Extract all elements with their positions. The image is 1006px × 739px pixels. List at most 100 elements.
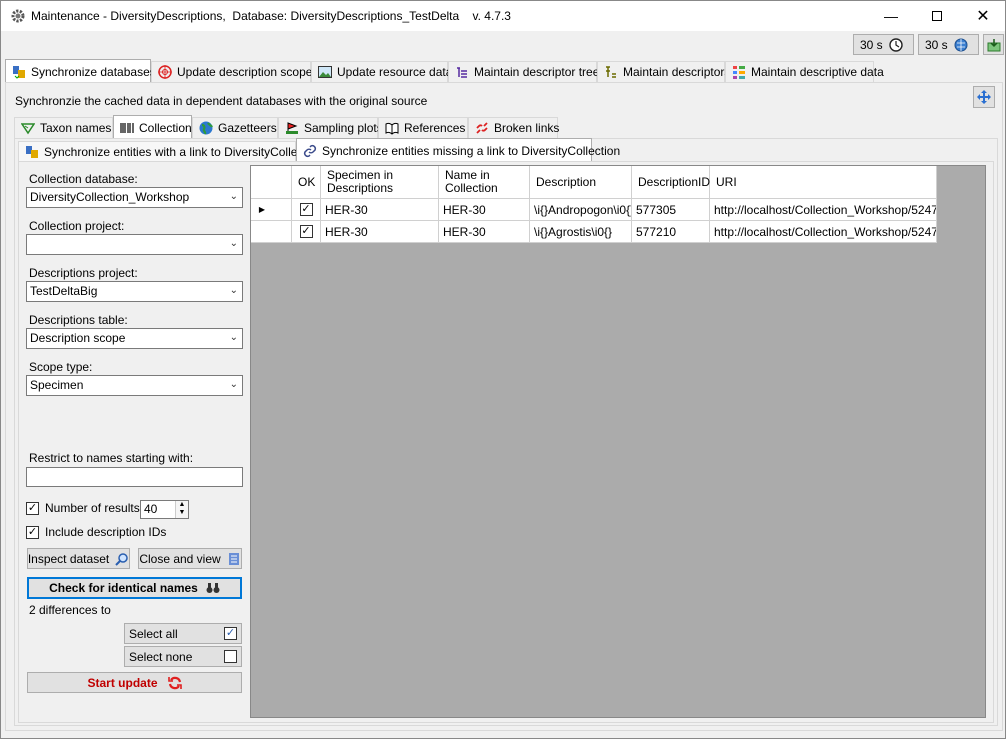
table-cell[interactable]: HER-30: [321, 199, 439, 221]
collection-project-select[interactable]: ⌄: [26, 234, 243, 255]
tab-label: Synchronize databases: [31, 64, 156, 79]
number-results-row: ✓ Number of results:: [26, 501, 143, 515]
book-icon: [385, 121, 399, 135]
table-cell[interactable]: HER-30: [439, 199, 530, 221]
spin-arrows-icon[interactable]: ▲ ▼: [175, 501, 188, 518]
select-all-button[interactable]: Select all ✓: [124, 623, 242, 644]
minimize-icon[interactable]: —: [868, 1, 914, 31]
globe-clock-icon: [954, 38, 968, 52]
tab-label: Broken links: [494, 121, 560, 135]
tab-sampling-plots[interactable]: Sampling plots: [278, 117, 383, 138]
tab-references[interactable]: References: [378, 117, 468, 138]
table-cell[interactable]: HER-30: [439, 221, 530, 243]
close-icon[interactable]: ✕: [960, 1, 1005, 31]
link-icon: [303, 144, 317, 158]
gear-icon: [10, 8, 26, 24]
target-icon: [158, 65, 172, 79]
tab-maintain-descriptors[interactable]: Maintain descriptors: [597, 61, 730, 82]
row-ok-checkbox[interactable]: ✓: [292, 221, 321, 243]
close-and-view-button[interactable]: Close and view: [138, 548, 242, 569]
tab-synchronize-databases[interactable]: Synchronize databases: [5, 59, 156, 83]
column-header-uri[interactable]: URI: [710, 166, 937, 199]
chevron-down-icon: ⌄: [229, 285, 238, 296]
tab-label: Collection: [139, 120, 192, 135]
chevron-down-icon: ⌄: [229, 191, 238, 202]
tab-collection[interactable]: Collection: [113, 115, 192, 139]
restrict-input[interactable]: [26, 467, 243, 487]
data-icon: [732, 65, 746, 79]
tab-gazetteers[interactable]: Gazetteers: [192, 117, 278, 138]
table-cell[interactable]: HER-30: [321, 221, 439, 243]
barcode-icon: [120, 121, 134, 135]
number-results-checkbox[interactable]: ✓: [26, 501, 39, 515]
button-label: Select none: [129, 649, 193, 664]
differences-text: 2 differences to: [29, 603, 111, 617]
table-cell[interactable]: http://localhost/Collection_Workshop/524…: [710, 199, 937, 221]
include-ids-checkbox[interactable]: ✓: [26, 525, 39, 539]
timer-button-2[interactable]: 30 s: [918, 34, 979, 55]
table-cell[interactable]: 577210: [632, 221, 710, 243]
column-header-description-id[interactable]: DescriptionID: [632, 166, 710, 199]
column-header-name[interactable]: Name in Collection: [439, 166, 530, 199]
row-selector[interactable]: [251, 221, 292, 243]
window-title: Maintenance - DiversityDescriptions, Dat…: [31, 9, 511, 23]
results-grid: OK Specimen in Descriptions Name in Coll…: [250, 165, 986, 718]
row-selector[interactable]: ▶: [251, 199, 292, 221]
number-results-stepper[interactable]: 40 ▲ ▼: [140, 500, 189, 519]
sampling-plot-icon: [285, 121, 299, 135]
number-results-label: Number of results:: [45, 501, 144, 515]
table-cell[interactable]: http://localhost/Collection_Workshop/524…: [710, 221, 937, 243]
checkbox-empty-icon: [224, 650, 237, 663]
tab-maintain-descriptive-data[interactable]: Maintain descriptive data: [725, 61, 884, 82]
table-cell[interactable]: \i{}Agrostis\i0{}: [530, 221, 632, 243]
tab-label: Maintain descriptive data: [751, 65, 884, 79]
select-none-button[interactable]: Select none: [124, 646, 242, 667]
tab-with-link[interactable]: Synchronize entities with a link to Dive…: [18, 141, 323, 161]
tab-missing-link[interactable]: Synchronize entities missing a link to D…: [296, 138, 620, 162]
restrict-label: Restrict to names starting with:: [29, 451, 194, 465]
tab-update-resource-data[interactable]: Update resource data: [311, 61, 452, 82]
download-icon[interactable]: [983, 34, 1004, 55]
column-header-description[interactable]: Description: [530, 166, 632, 199]
stepper-value: 40: [144, 502, 158, 516]
chevron-down-icon: ⌄: [229, 238, 238, 249]
tab-broken-links[interactable]: Broken links: [468, 117, 560, 138]
collection-db-select[interactable]: DiversityCollection_Workshop ⌄: [26, 187, 243, 208]
broken-link-icon: [475, 121, 489, 135]
timer-button-1[interactable]: 30 s: [853, 34, 914, 55]
start-update-button[interactable]: Start update: [27, 672, 242, 693]
move-icon[interactable]: [973, 86, 995, 108]
tab-label: References: [404, 121, 466, 135]
descriptor-icon: [604, 65, 618, 79]
binoculars-icon: [206, 581, 220, 595]
scope-type-label: Scope type:: [29, 360, 93, 374]
descriptions-table-select[interactable]: Description scope ⌄: [26, 328, 243, 349]
select-value: Specimen: [30, 378, 84, 392]
scope-type-select[interactable]: Specimen ⌄: [26, 375, 243, 396]
timer-label: 30 s: [925, 37, 948, 52]
image-icon: [318, 65, 332, 79]
refresh-icon: [167, 676, 182, 690]
descriptions-project-select[interactable]: TestDeltaBig ⌄: [26, 281, 243, 302]
chevron-down-icon: ⌄: [229, 332, 238, 343]
column-header-ok[interactable]: OK: [292, 166, 321, 199]
tab-taxon-names[interactable]: Taxon names: [14, 117, 113, 138]
row-ok-checkbox[interactable]: ✓: [292, 199, 321, 221]
globe-icon: [199, 121, 213, 135]
tab-maintain-descriptor-trees[interactable]: Maintain descriptor trees: [448, 61, 605, 82]
column-header-specimen[interactable]: Specimen in Descriptions: [321, 166, 439, 199]
description-text: Synchronzie the cached data in dependent…: [15, 94, 428, 108]
table-cell[interactable]: 577305: [632, 199, 710, 221]
tab-label: Update description scopes: [177, 65, 319, 79]
select-value: DiversityCollection_Workshop: [30, 190, 190, 204]
sync-db-icon: [25, 145, 39, 159]
inspect-dataset-button[interactable]: Inspect dataset: [27, 548, 130, 569]
table-cell[interactable]: \i{}Andropogon\i0{}: [530, 199, 632, 221]
maximize-icon[interactable]: [914, 1, 960, 31]
checkbox-checked-icon: ✓: [299, 203, 313, 216]
tab-update-description-scopes[interactable]: Update description scopes: [151, 61, 318, 82]
tab-label: Update resource data: [337, 65, 453, 79]
checkbox-checked-icon: ✓: [299, 225, 313, 238]
button-label: Close and view: [139, 551, 221, 566]
check-identical-names-button[interactable]: Check for identical names: [27, 577, 242, 599]
